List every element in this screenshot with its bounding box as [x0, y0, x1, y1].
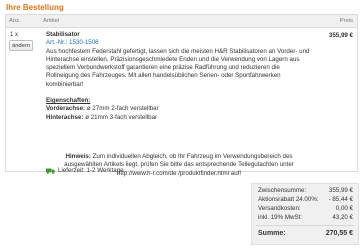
delivery-time-text: Lieferzeit: 1-2 Werktage — [58, 167, 124, 174]
total-label: Summe: — [258, 230, 286, 237]
product-details: Stabilisator Art.-Nr.: 1530-1506 Aus hoc… — [46, 31, 311, 122]
discount-value: - 85,44 € — [328, 196, 353, 203]
vat-row: inkl. 19% MwSt: 43,20 € — [258, 214, 353, 223]
shipping-row: Versandkosten: 0,00 € — [258, 205, 353, 214]
item-price: 355,99 € — [328, 32, 353, 39]
order-totals: Zwischensumme: 355,99 € Aktionsrabatt 24… — [251, 183, 359, 245]
properties-title: Eigenschaften: — [46, 97, 91, 105]
subtotal-label: Zwischensumme: — [258, 187, 307, 194]
product-description: Aus hochfestem Federstahl gefertigt, las… — [46, 47, 310, 88]
subtotal-row: Zwischensumme: 355,99 € — [258, 187, 353, 196]
header-price: Preis — [339, 18, 353, 24]
header-article: Artikel — [43, 18, 60, 24]
vat-label: inkl. 19% MwSt: — [258, 214, 303, 221]
totals-divider — [256, 225, 354, 226]
shipping-value: 0,00 € — [335, 205, 353, 212]
rear-axle-spec: Hinterachse: ø 21mm 3-fach verstellbar — [46, 114, 311, 122]
article-number-link[interactable]: Art.-Nr.: 1530-1506 — [46, 39, 311, 47]
section-title: Ihre Bestellung — [6, 3, 64, 12]
hint-label: Hinweis: — [65, 153, 91, 160]
rear-axle-value: ø 21mm 3-fach verstellbar — [83, 113, 158, 121]
shipping-label: Versandkosten: — [258, 205, 301, 212]
delivery-time: Lieferzeit: 1-2 Werktage — [46, 167, 124, 175]
total-row: Summe: 270,55 € — [258, 230, 353, 239]
change-quantity-button[interactable]: ändern — [9, 40, 33, 51]
front-axle-spec: Vorderachse: ø 27mm 2-fach verstellbar — [46, 105, 311, 113]
discount-label: Aktionsrabatt 24.00%: — [258, 196, 319, 203]
order-table-header: Anz. Artikel Preis — [6, 15, 357, 28]
rear-axle-label: Hinterachse: — [46, 113, 84, 121]
discount-row: Aktionsrabatt 24.00%: - 85,44 € — [258, 196, 353, 205]
total-value: 270,55 € — [325, 230, 353, 237]
item-quantity: 1 x — [10, 32, 19, 38]
product-name: Stabilisator — [46, 31, 80, 38]
vat-value: 43,20 € — [332, 214, 353, 221]
subtotal-value: 355,99 € — [328, 187, 353, 194]
order-table: Anz. Artikel Preis 1 x ändern Stabilisat… — [5, 14, 358, 177]
header-qty: Anz. — [9, 18, 21, 24]
front-axle-label: Vorderachse: — [46, 105, 86, 113]
front-axle-value: ø 27mm 2-fach verstellbar — [85, 105, 159, 113]
truck-icon — [46, 168, 55, 174]
